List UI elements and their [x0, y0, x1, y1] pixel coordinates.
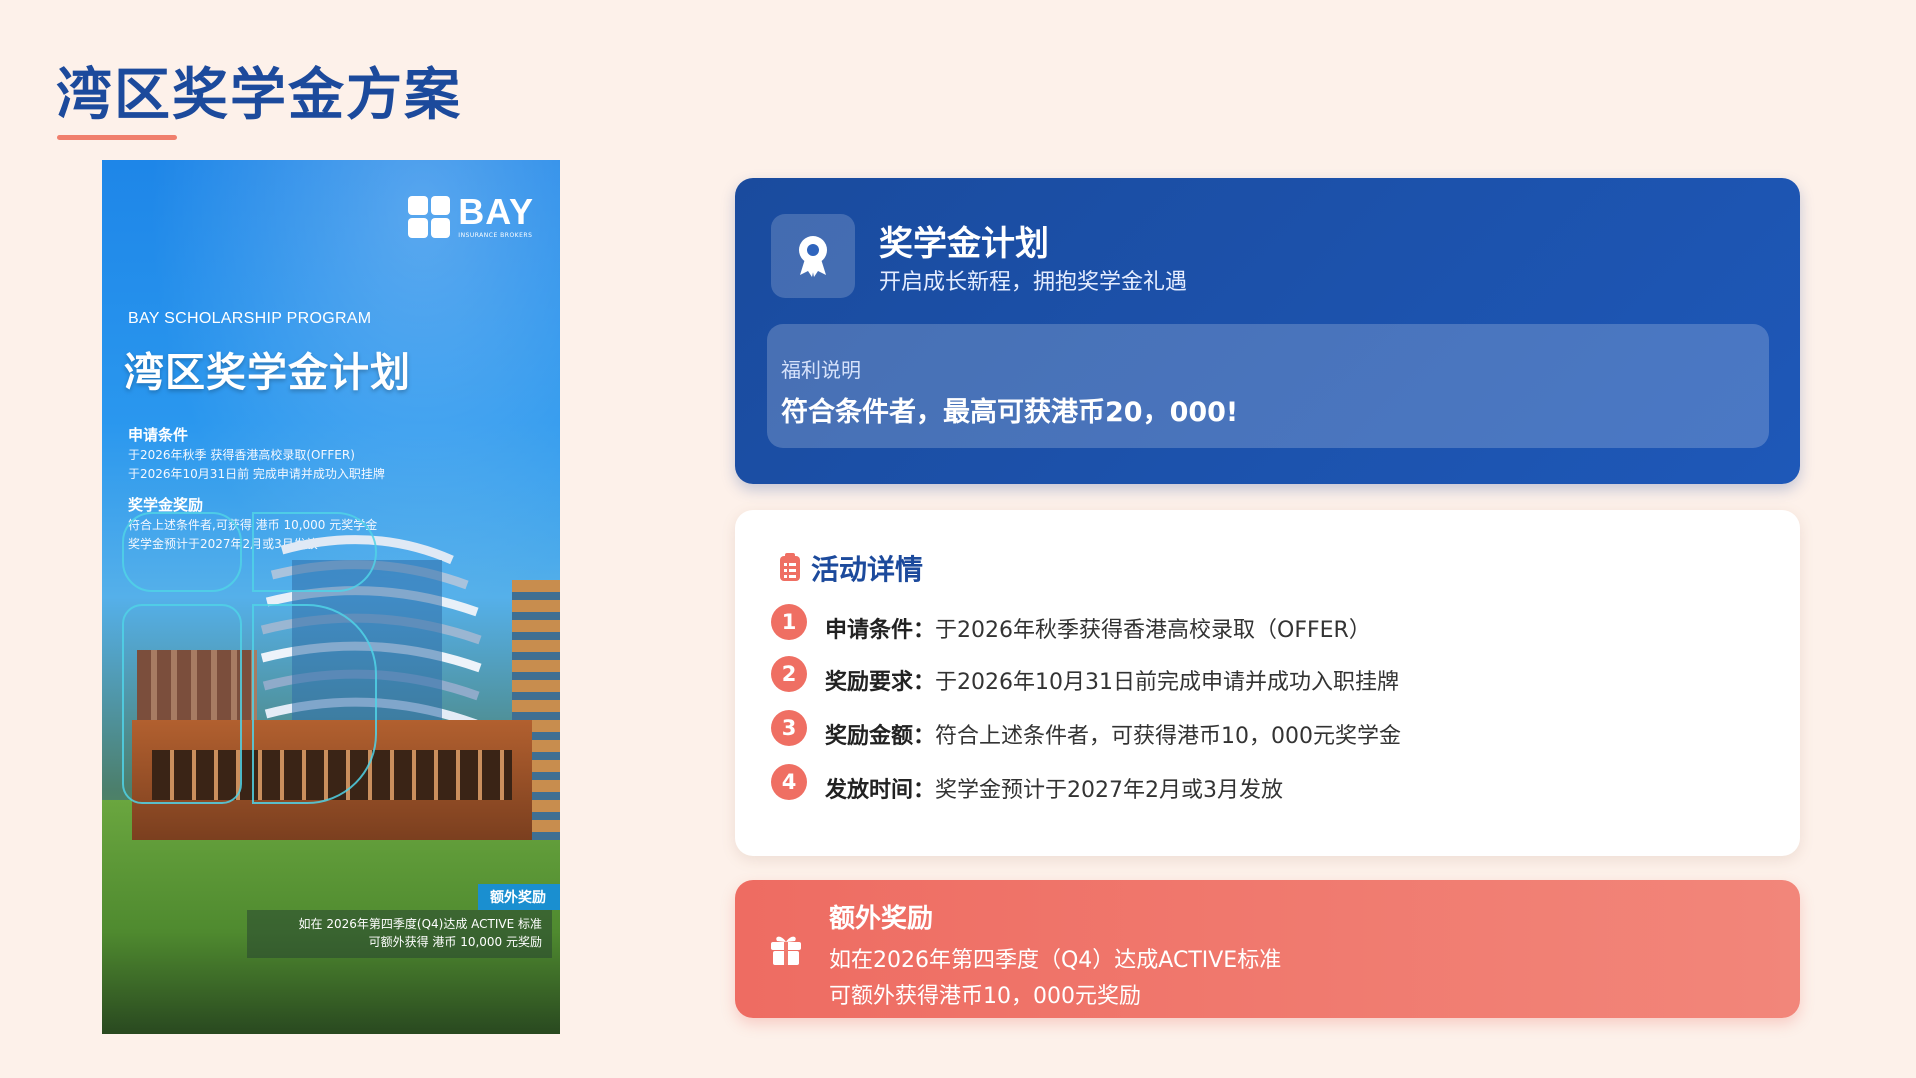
gift-icon	[771, 936, 801, 965]
poster-en-title: BAY SCHOLARSHIP PROGRAM	[128, 310, 372, 327]
poster-logo-sub: INSURANCE BROKERS	[458, 232, 533, 239]
benefit-box: 福利说明 符合条件者，最高可获港币20，000!	[767, 324, 1769, 448]
award-ribbon-icon	[771, 214, 855, 298]
clipboard-icon	[780, 553, 800, 581]
page: 湾区奖学金方案 BAY INSURANCE BROKERS BAY SCHOLA…	[0, 0, 1916, 1078]
poster-condition-line: 于2026年秋季 获得香港高校录取(OFFER)	[128, 448, 355, 462]
poster-extra-line: 可额外获得 港币 10,000 元奖励	[368, 935, 542, 949]
detail-item: 1 申请条件： 于2026年秋季获得香港高校录取（OFFER）	[771, 604, 1371, 644]
scholarship-plan-card: 奖学金计划 开启成长新程，拥抱奖学金礼遇 福利说明 符合条件者，最高可获港币20…	[735, 178, 1800, 484]
detail-text: 奖学金预计于2027年2月或3月发放	[935, 778, 1283, 803]
extra-title: 额外奖励	[829, 904, 934, 934]
poster-extra-box: 如在 2026年第四季度(Q4)达成 ACTIVE 标准 可额外获得 港币 10…	[247, 910, 552, 958]
detail-text: 于2026年秋季获得香港高校录取（OFFER）	[935, 618, 1371, 643]
plan-subtitle: 开启成长新程，拥抱奖学金礼遇	[879, 270, 1188, 295]
details-title: 活动详情	[811, 553, 924, 586]
poster-logo-name: BAY	[458, 191, 534, 232]
poster-logo: BAY INSURANCE BROKERS	[408, 194, 534, 239]
poster-condition-line: 于2026年10月31日前 完成申请并成功入职挂牌	[128, 467, 385, 481]
extra-line: 如在2026年第四季度（Q4）达成ACTIVE标准	[829, 948, 1282, 973]
detail-label: 发放时间：	[825, 778, 936, 803]
poster-outline-shape	[252, 604, 377, 804]
detail-item: 4 发放时间： 奖学金预计于2027年2月或3月发放	[771, 764, 1283, 804]
scholarship-poster-image: BAY INSURANCE BROKERS BAY SCHOLARSHIP PR…	[102, 160, 560, 1034]
page-title: 湾区奖学金方案	[56, 62, 462, 128]
detail-item: 3 奖励金额： 符合上述条件者，可获得港币10，000元奖学金	[771, 710, 1402, 750]
number-badge: 4	[771, 764, 807, 800]
poster-outline-shape	[252, 512, 377, 592]
extra-line: 可额外获得港币10，000元奖励	[829, 984, 1141, 1009]
poster-outline-shape	[122, 604, 242, 804]
poster-outline-shape	[122, 512, 242, 592]
detail-item: 2 奖励要求： 于2026年10月31日前完成申请并成功入职挂牌	[771, 656, 1399, 696]
detail-label: 奖励金额：	[825, 724, 936, 749]
poster-extra-line: 如在 2026年第四季度(Q4)达成 ACTIVE 标准	[298, 917, 542, 931]
activity-details-card: 活动详情 1 申请条件： 于2026年秋季获得香港高校录取（OFFER） 2 奖…	[735, 510, 1800, 856]
detail-label: 申请条件：	[825, 618, 936, 643]
detail-text: 于2026年10月31日前完成申请并成功入职挂牌	[935, 670, 1399, 695]
number-badge: 3	[771, 710, 807, 746]
poster-cn-title: 湾区奖学金计划	[124, 350, 411, 396]
number-badge: 1	[771, 604, 807, 640]
bay-logo-icon	[408, 195, 451, 238]
extra-reward-card: 额外奖励 如在2026年第四季度（Q4）达成ACTIVE标准 可额外获得港币10…	[735, 880, 1800, 1018]
benefit-text: 符合条件者，最高可获港币20，000!	[781, 397, 1239, 428]
detail-text: 符合上述条件者，可获得港币10，000元奖学金	[935, 724, 1402, 749]
poster-conditions-title: 申请条件	[128, 426, 189, 444]
number-badge: 2	[771, 656, 807, 692]
benefit-label: 福利说明	[781, 358, 861, 382]
detail-label: 奖励要求：	[825, 670, 936, 695]
plan-title: 奖学金计划	[879, 224, 1049, 264]
poster-extra-tag: 额外奖励	[478, 884, 560, 910]
title-underline	[57, 135, 177, 140]
